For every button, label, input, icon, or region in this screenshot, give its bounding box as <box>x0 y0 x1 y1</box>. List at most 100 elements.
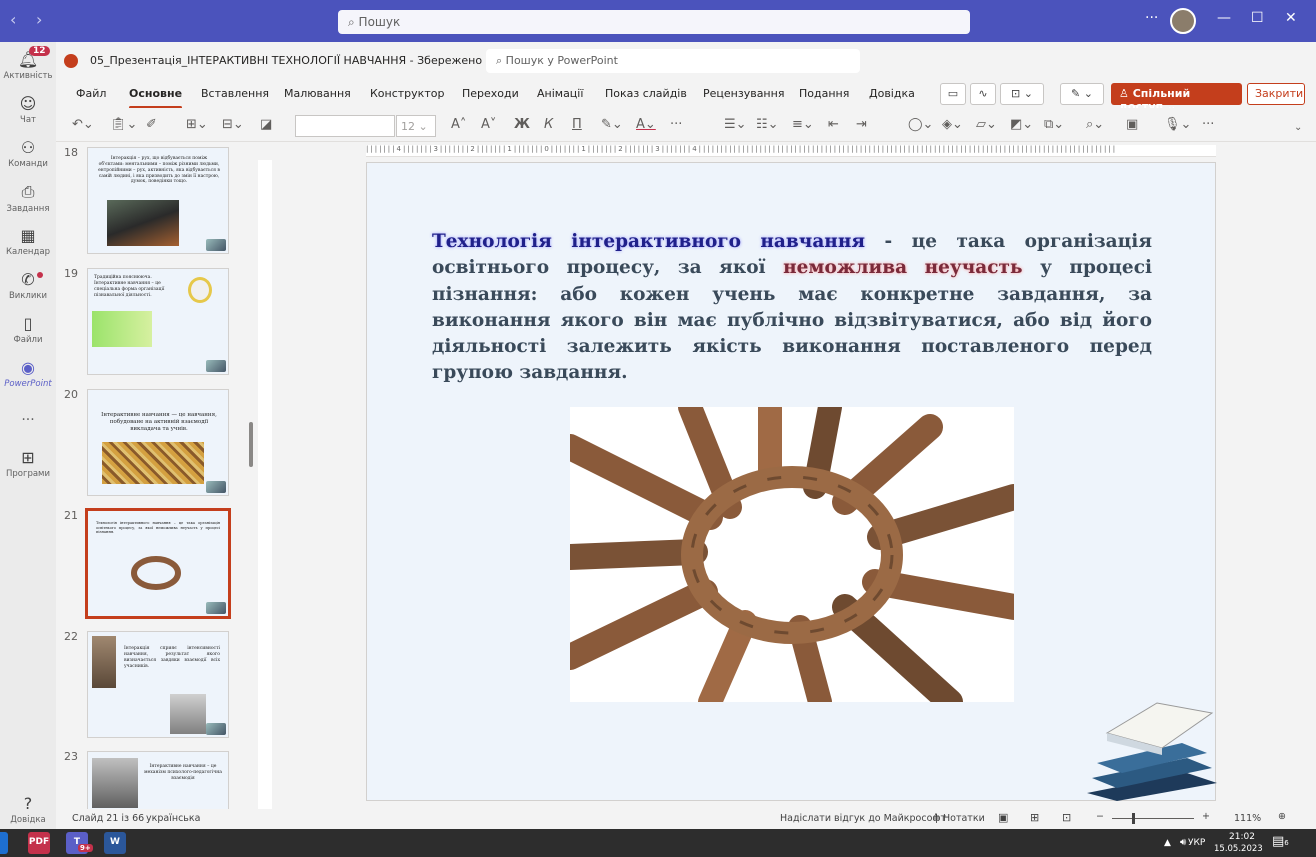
tray-chevron-icon[interactable]: ▲ <box>1164 838 1171 848</box>
notification-icon[interactable]: ▤6 <box>1272 834 1289 849</box>
find-icon[interactable]: ⌕⌄ <box>1086 117 1104 132</box>
font-name-input[interactable] <box>295 115 395 137</box>
current-slide[interactable]: Технологія інтерактивного навчання - це … <box>366 162 1217 801</box>
tab-help[interactable]: Довідка <box>869 87 915 100</box>
feedback-link[interactable]: Надіслати відгук до Майкрософт <box>780 813 946 824</box>
teams-app-icon[interactable]: T 9+ <box>66 832 93 854</box>
shapes-icon[interactable]: ◯⌄ <box>908 117 933 132</box>
rail-tasks[interactable]: ⎙ Завдання <box>0 182 56 214</box>
dictate-icon[interactable]: 🎙︎⌄ <box>1164 117 1191 132</box>
minimize-button[interactable]: — <box>1217 10 1231 26</box>
rail-teams[interactable]: ⚇ Команди <box>0 138 56 169</box>
editing-mode-button[interactable]: ✎ ⌄ <box>1060 83 1104 105</box>
keyboard-language[interactable]: УКР <box>1188 838 1205 848</box>
reading-view-icon[interactable]: ⊡ <box>1062 811 1071 824</box>
fill-icon[interactable]: ◈⌄ <box>942 117 963 132</box>
forward-button[interactable]: › <box>36 10 42 29</box>
zoom-slider-track[interactable] <box>1112 818 1194 819</box>
more-options-button[interactable]: ··· <box>1145 10 1158 26</box>
layout-icon[interactable]: ⊟⌄ <box>222 117 244 132</box>
effects-icon[interactable]: ◩⌄ <box>1010 117 1033 132</box>
designer-icon[interactable]: ▣ <box>1126 117 1138 132</box>
reset-icon[interactable]: ◪ <box>260 117 272 132</box>
language-indicator[interactable]: українська <box>146 813 200 824</box>
comments-button[interactable]: ▭ <box>940 83 966 105</box>
rail-activity[interactable]: 🔔︎ 12 Активність <box>0 46 56 81</box>
rail-apps[interactable]: ⊞ Програми <box>0 448 56 479</box>
increase-font-icon[interactable]: A˄ <box>451 117 466 132</box>
italic-icon[interactable]: К <box>544 117 553 132</box>
tab-insert[interactable]: Вставлення <box>201 87 269 100</box>
tab-slideshow[interactable]: Показ слайдів <box>605 87 687 100</box>
tab-draw[interactable]: Малювання <box>284 87 351 100</box>
hands-circle-image[interactable] <box>570 407 1014 702</box>
back-button[interactable]: ‹ <box>10 10 16 29</box>
slide-body-text[interactable]: Технологія інтерактивного навчання - це … <box>432 229 1152 387</box>
format-painter-icon[interactable]: ✐ <box>146 117 157 132</box>
rail-files[interactable]: ▯ Файли <box>0 314 56 345</box>
volume-icon[interactable]: 🔊︎ <box>1180 837 1186 848</box>
rail-chat[interactable]: ☺ Чат <box>0 94 56 125</box>
powerpoint-search-input[interactable]: ⌕ Пошук у PowerPoint <box>486 49 860 73</box>
decrease-font-icon[interactable]: A˅ <box>481 117 496 132</box>
numbering-icon[interactable]: ☷⌄ <box>756 117 779 132</box>
tab-review[interactable]: Рецензування <box>703 87 784 100</box>
zoom-slider-thumb[interactable] <box>1132 813 1135 824</box>
rail-help[interactable]: ? Довідка <box>0 794 56 825</box>
tab-home[interactable]: Основне <box>129 87 183 109</box>
underline-icon[interactable]: П <box>572 117 582 132</box>
start-icon[interactable] <box>0 832 8 854</box>
normal-view-icon[interactable]: ▣ <box>998 811 1008 824</box>
rail-powerpoint[interactable]: ◉ PowerPoint <box>0 358 56 389</box>
clock-time[interactable]: 21:02 <box>1222 832 1262 842</box>
tab-design[interactable]: Конструктор <box>370 87 444 100</box>
align-icon[interactable]: ≡⌄ <box>792 117 814 132</box>
indent-decrease-icon[interactable]: ⇤ <box>828 117 839 132</box>
slide-sorter-icon[interactable]: ⊞ <box>1030 811 1039 824</box>
undo-icon[interactable]: ↶⌄ <box>72 117 94 132</box>
thumbnails-scrollbar[interactable] <box>249 422 253 467</box>
close-window-button[interactable]: ✕ <box>1285 10 1297 26</box>
word-app-icon[interactable]: W <box>104 832 126 854</box>
outline-icon[interactable]: ▱⌄ <box>976 117 997 132</box>
more-options-icon[interactable]: ··· <box>1202 117 1214 132</box>
pdf-app-icon[interactable]: PDF <box>28 832 50 854</box>
tab-animations[interactable]: Анімації <box>537 87 583 100</box>
expand-ribbon-icon[interactable]: ⌄ <box>1294 122 1302 133</box>
highlight-icon[interactable]: ✎⌄ <box>601 117 623 132</box>
thumbnail-slide-19[interactable]: Традиційна пояснююча. Інтерактивне навча… <box>87 268 229 375</box>
font-color-icon[interactable]: A⌄ <box>636 117 656 132</box>
fit-slide-icon[interactable]: ⊕ <box>1278 811 1286 822</box>
thumbnail-slide-18[interactable]: Інтеракція – рух, що відбувається поміж … <box>87 147 229 254</box>
zoom-out-button[interactable]: − <box>1096 811 1104 822</box>
bold-icon[interactable]: Ж <box>514 117 530 132</box>
indent-increase-icon[interactable]: ⇥ <box>856 117 867 132</box>
thumbnail-slide-22[interactable]: Інтеракція сприяє інтенсивності навчання… <box>87 631 229 738</box>
zoom-in-button[interactable]: + <box>1202 811 1210 822</box>
tab-file[interactable]: Файл <box>76 87 106 100</box>
thumbnail-slide-23[interactable]: Інтерактивне навчання – це механізм псих… <box>87 751 229 809</box>
paste-icon[interactable]: 📋︎⌄ <box>110 117 137 132</box>
maximize-button[interactable]: ☐ <box>1251 10 1264 26</box>
present-button[interactable]: ⊡ ⌄ <box>1000 83 1044 105</box>
bullets-icon[interactable]: ☰⌄ <box>724 117 747 132</box>
teams-search-input[interactable]: ⌕ Пошук <box>338 10 970 34</box>
document-title[interactable]: 05_Презентація_ІНТЕРАКТИВНІ ТЕХНОЛОГІЇ Н… <box>90 54 495 67</box>
thumbnail-slide-20[interactable]: Інтерактивне навчання — це навчання, поб… <box>87 389 229 496</box>
tab-view[interactable]: Подання <box>799 87 849 100</box>
rail-calls[interactable]: ✆ Виклики <box>0 270 56 301</box>
share-button[interactable]: ♙ Спільний доступ ⌄ <box>1111 83 1242 113</box>
new-slide-icon[interactable]: ⊞⌄ <box>186 117 208 132</box>
zoom-level[interactable]: 111% <box>1234 813 1261 824</box>
thumbnail-slide-21[interactable]: Технологія інтерактивного навчання – це … <box>85 508 231 619</box>
more-font-icon[interactable]: ··· <box>670 117 682 132</box>
activity-button[interactable]: ∿ <box>970 83 996 105</box>
close-document-button[interactable]: Закрити <box>1247 83 1305 105</box>
arrange-icon[interactable]: ⧉⌄ <box>1044 117 1064 132</box>
font-size-input[interactable]: 12 ⌄ <box>396 115 436 137</box>
notes-button[interactable]: ≙ Нотатки <box>932 813 985 824</box>
avatar[interactable] <box>1170 8 1196 34</box>
rail-more[interactable]: ··· <box>0 412 56 428</box>
tab-transitions[interactable]: Переходи <box>462 87 519 100</box>
rail-calendar[interactable]: ▦ Календар <box>0 226 56 257</box>
